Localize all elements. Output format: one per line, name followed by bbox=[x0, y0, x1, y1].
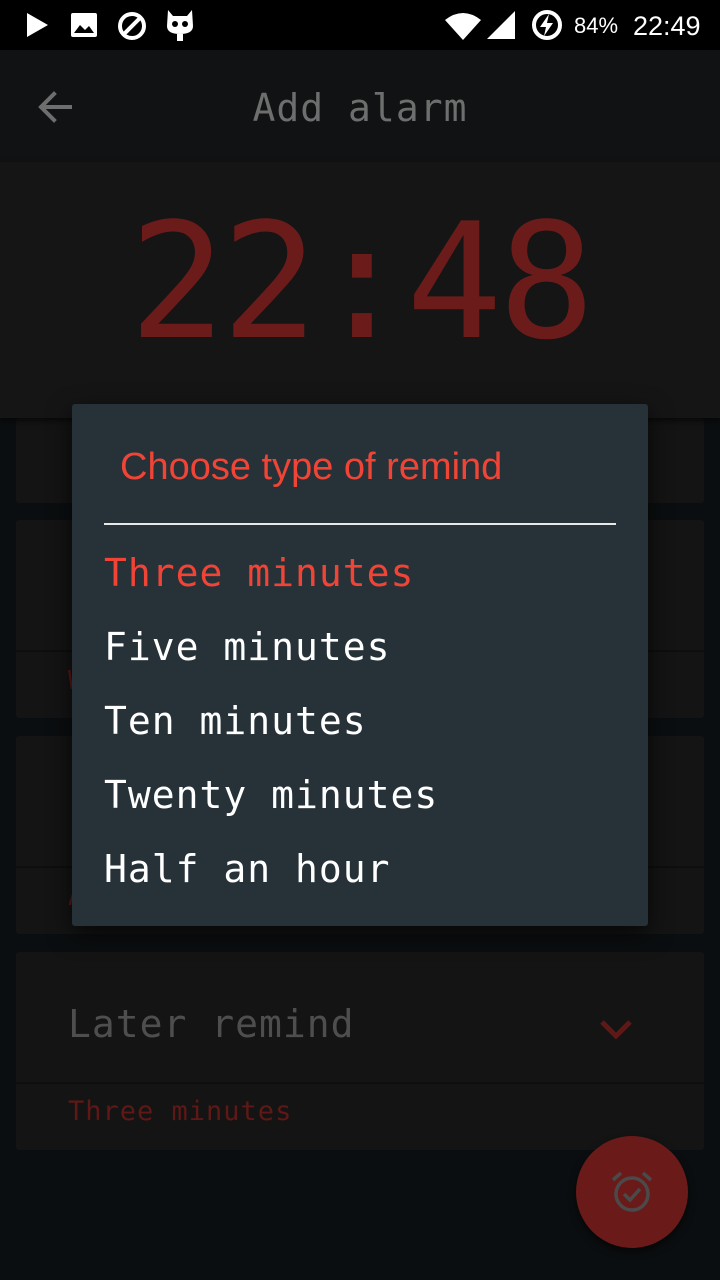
dialog-divider bbox=[104, 523, 616, 525]
chevron-down-icon[interactable] bbox=[598, 1016, 634, 1042]
image-icon bbox=[71, 13, 97, 37]
save-alarm-button[interactable] bbox=[576, 1136, 688, 1248]
option-three-minutes[interactable]: Three minutes bbox=[104, 536, 616, 610]
option-half-an-hour[interactable]: Half an hour bbox=[104, 832, 616, 906]
status-bar: 84% 22:49 bbox=[0, 0, 720, 50]
cell-signal-icon bbox=[487, 11, 515, 39]
later-remind-label: Later remind bbox=[68, 1002, 355, 1046]
remind-type-dialog: Choose type of remind Three minutes Five… bbox=[72, 404, 648, 926]
clock: 22:49 bbox=[633, 11, 701, 41]
later-remind-card[interactable]: Later remind Three minutes bbox=[16, 952, 704, 1150]
battery-charging-icon bbox=[532, 10, 562, 40]
option-ten-minutes[interactable]: Ten minutes bbox=[104, 684, 616, 758]
wifi-icon bbox=[445, 13, 481, 40]
option-five-minutes[interactable]: Five minutes bbox=[104, 610, 616, 684]
cyanogen-icon bbox=[167, 10, 193, 41]
card-divider bbox=[16, 1082, 704, 1084]
app-bar: Add alarm bbox=[0, 50, 720, 162]
option-twenty-minutes[interactable]: Twenty minutes bbox=[104, 758, 616, 832]
battery-percent: 84% bbox=[574, 13, 619, 38]
page-title: Add alarm bbox=[252, 86, 468, 130]
time-header[interactable]: 22:48 bbox=[0, 162, 720, 418]
later-remind-value: Three minutes bbox=[68, 1096, 293, 1127]
dialog-title: Choose type of remind bbox=[120, 446, 503, 488]
alarm-check-icon bbox=[611, 1171, 653, 1212]
alarm-time[interactable]: 22:48 bbox=[0, 202, 720, 362]
play-icon bbox=[27, 13, 48, 37]
do-not-disturb-icon bbox=[118, 12, 146, 40]
